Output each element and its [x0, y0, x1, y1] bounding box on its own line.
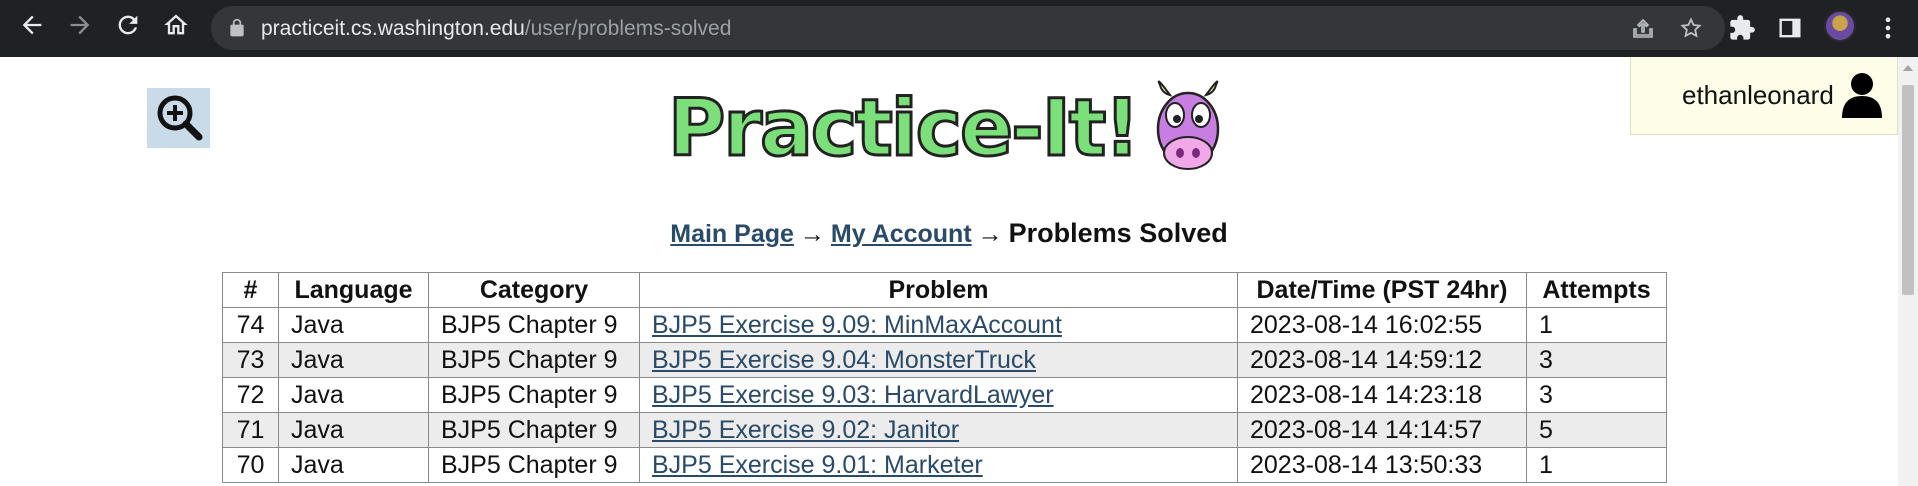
back-button[interactable] [8, 1, 56, 49]
cell-language: Java [278, 307, 429, 343]
practice-it-logo[interactable]: Practice-It! [664, 77, 1230, 189]
cell-datetime: 2023-08-14 14:59:12 [1237, 342, 1527, 378]
vertical-scrollbar[interactable] [1898, 57, 1918, 486]
cell-number: 73 [222, 342, 279, 378]
table-row: 71 Java BJP5 Chapter 9 BJP5 Exercise 9.0… [222, 412, 1667, 448]
column-header-datetime: Date/Time (PST 24hr) [1237, 272, 1527, 308]
page-title: Problems Solved [1008, 218, 1228, 248]
cell-problem: BJP5 Exercise 9.02: Janitor [639, 412, 1238, 448]
puzzle-icon[interactable] [1728, 14, 1756, 42]
problem-link[interactable]: BJP5 Exercise 9.02: Janitor [652, 416, 959, 444]
cell-attempts: 3 [1526, 342, 1667, 378]
zoom-in-icon [157, 95, 202, 141]
table-row: 74 Java BJP5 Chapter 9 BJP5 Exercise 9.0… [222, 307, 1667, 343]
profile-avatar[interactable] [1824, 10, 1856, 42]
table-header-row: # Language Category Problem Date/Time (P… [222, 272, 1667, 308]
column-header-number: # [222, 272, 279, 308]
column-header-problem: Problem [639, 272, 1238, 308]
problem-link[interactable]: BJP5 Exercise 9.03: HarvardLawyer [652, 381, 1054, 409]
breadcrumb: Main Page → My Account → Problems Solved [0, 218, 1898, 249]
kebab-menu-icon[interactable] [1874, 14, 1902, 42]
home-button[interactable] [152, 1, 200, 49]
cell-number: 74 [222, 307, 279, 343]
column-header-category: Category [428, 272, 640, 308]
cell-category: BJP5 Chapter 9 [428, 377, 640, 413]
cell-number: 71 [222, 412, 279, 448]
breadcrumb-arrow: → [799, 220, 825, 248]
share-icon[interactable] [1631, 16, 1655, 40]
problem-link[interactable]: BJP5 Exercise 9.09: MinMaxAccount [652, 311, 1062, 339]
cell-attempts: 1 [1526, 447, 1667, 483]
cell-number: 70 [222, 447, 279, 483]
cell-datetime: 2023-08-14 16:02:55 [1237, 307, 1527, 343]
breadcrumb-arrow: → [977, 220, 1003, 248]
reload-button[interactable] [104, 1, 152, 49]
cell-language: Java [278, 447, 429, 483]
column-header-language: Language [278, 272, 429, 308]
cell-category: BJP5 Chapter 9 [428, 447, 640, 483]
user-account-box[interactable]: ethanleonard [1630, 57, 1898, 135]
scrollbar-thumb[interactable] [1902, 85, 1914, 295]
table-row: 72 Java BJP5 Chapter 9 BJP5 Exercise 9.0… [222, 377, 1667, 413]
cell-language: Java [278, 342, 429, 378]
cell-attempts: 1 [1526, 307, 1667, 343]
breadcrumb-main-page-link[interactable]: Main Page [670, 220, 794, 248]
reload-icon [118, 15, 138, 35]
cell-attempts: 5 [1526, 412, 1667, 448]
cell-datetime: 2023-08-14 13:50:33 [1237, 447, 1527, 483]
home-icon [164, 14, 188, 35]
table-row: 73 Java BJP5 Chapter 9 BJP5 Exercise 9.0… [222, 342, 1667, 378]
page-content: Practice-It! ethanleonard Main Page → My A… [0, 57, 1898, 486]
cell-problem: BJP5 Exercise 9.01: Marketer [639, 447, 1238, 483]
cell-number: 72 [222, 377, 279, 413]
arrow-right-icon [70, 15, 90, 35]
cell-category: BJP5 Chapter 9 [428, 307, 640, 343]
table-row: 70 Java BJP5 Chapter 9 BJP5 Exercise 9.0… [222, 447, 1667, 483]
cell-attempts: 3 [1526, 377, 1667, 413]
svg-text:Practice-It!: Practice-It! [668, 84, 1138, 174]
browser-toolbar: practiceit.cs.washington.edu/user/proble… [0, 0, 1918, 57]
star-icon[interactable] [1679, 16, 1703, 40]
user-icon[interactable] [1840, 72, 1884, 118]
side-panel-icon[interactable] [1776, 14, 1804, 42]
url-text[interactable]: practiceit.cs.washington.edu/user/proble… [261, 17, 731, 41]
column-header-attempts: Attempts [1526, 272, 1667, 308]
cell-problem: BJP5 Exercise 9.04: MonsterTruck [639, 342, 1238, 378]
cow-mascot-icon [1156, 80, 1220, 170]
cell-problem: BJP5 Exercise 9.03: HarvardLawyer [639, 377, 1238, 413]
arrow-left-icon [22, 15, 42, 35]
zoom-button[interactable] [147, 88, 210, 148]
cell-category: BJP5 Chapter 9 [428, 412, 640, 448]
cell-problem: BJP5 Exercise 9.09: MinMaxAccount [639, 307, 1238, 343]
problem-link[interactable]: BJP5 Exercise 9.04: MonsterTruck [652, 346, 1036, 374]
scroll-up-arrow-icon[interactable] [1903, 65, 1913, 71]
problem-link[interactable]: BJP5 Exercise 9.01: Marketer [652, 451, 983, 479]
cell-language: Java [278, 412, 429, 448]
address-bar[interactable]: practiceit.cs.washington.edu/user/proble… [211, 6, 1725, 50]
cell-category: BJP5 Chapter 9 [428, 342, 640, 378]
cell-datetime: 2023-08-14 14:14:57 [1237, 412, 1527, 448]
problems-solved-table: # Language Category Problem Date/Time (P… [222, 272, 1667, 483]
cell-datetime: 2023-08-14 14:23:18 [1237, 377, 1527, 413]
cell-language: Java [278, 377, 429, 413]
username[interactable]: ethanleonard [1682, 80, 1834, 111]
lock-icon[interactable] [227, 18, 247, 38]
forward-button[interactable] [56, 1, 104, 49]
breadcrumb-my-account-link[interactable]: My Account [831, 220, 972, 248]
